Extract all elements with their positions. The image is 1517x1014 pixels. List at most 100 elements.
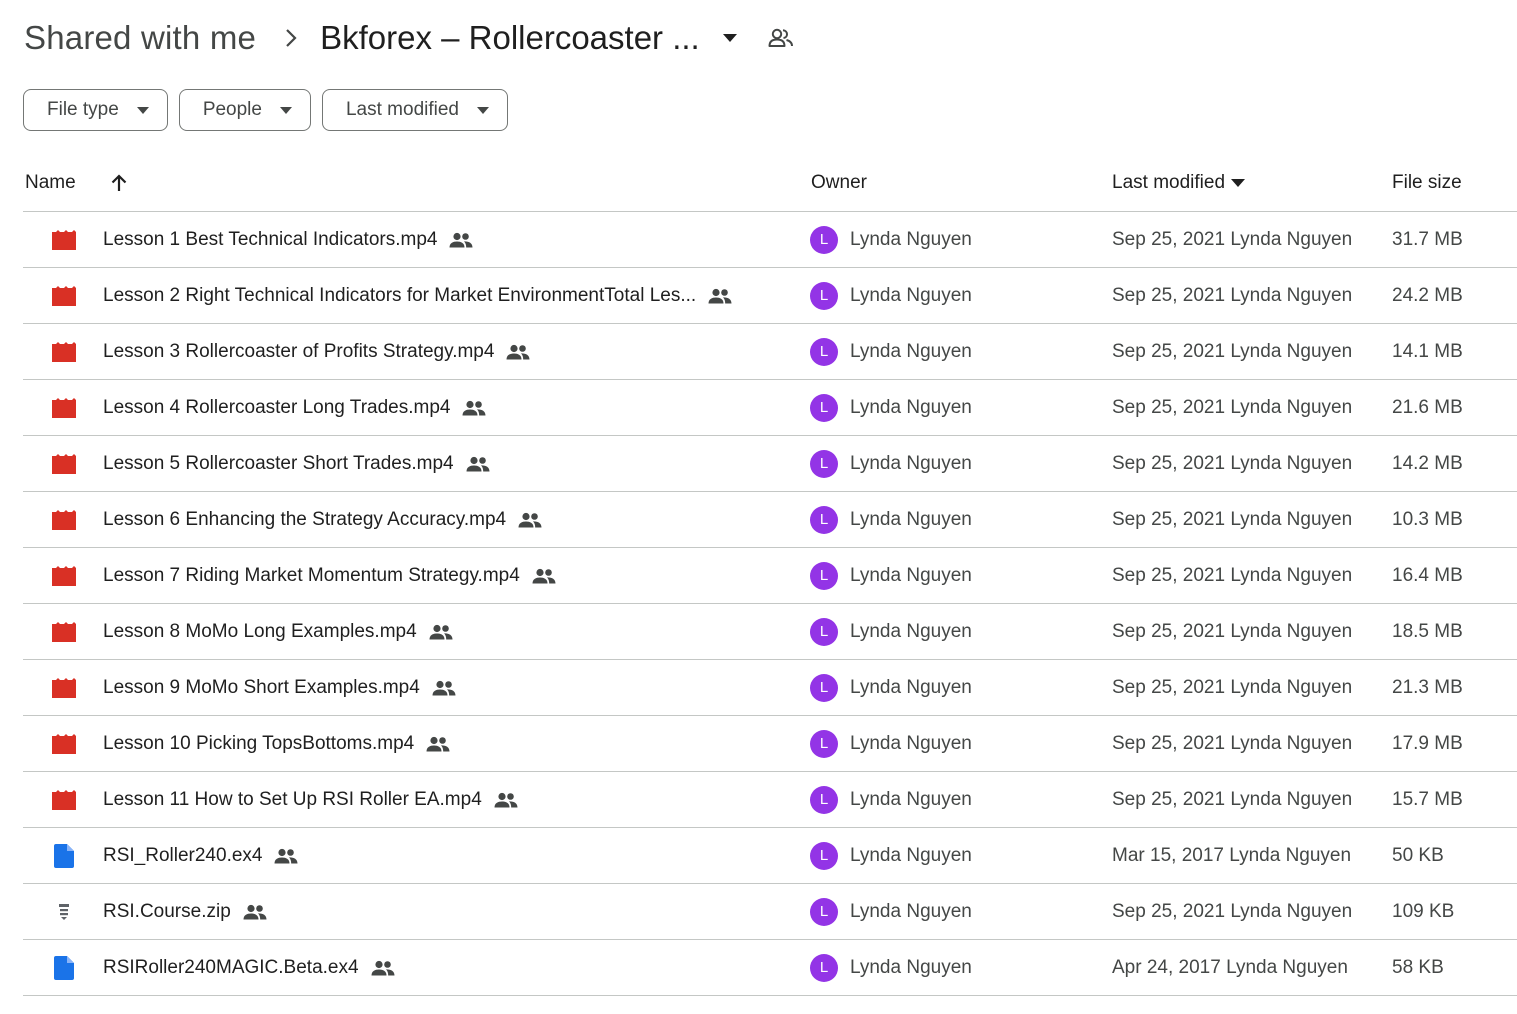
table-row[interactable]: Lesson 4 Rollercoaster Long Trades.mp4 L… bbox=[23, 380, 1517, 436]
avatar: L bbox=[810, 617, 838, 646]
last-modified: Sep 25, 2021 Lynda Nguyen bbox=[1112, 620, 1353, 642]
column-header-last-modified[interactable]: Last modified bbox=[1112, 155, 1246, 211]
video-file-icon bbox=[51, 212, 77, 267]
breadcrumb-current-folder[interactable]: Bkforex – Rollercoaster ... bbox=[320, 19, 700, 57]
file-name-cell: Lesson 11 How to Set Up RSI Roller EA.mp… bbox=[103, 772, 518, 827]
owner-cell: L Lynda Nguyen bbox=[810, 828, 972, 883]
document-file-icon bbox=[51, 940, 77, 995]
owner-cell: L Lynda Nguyen bbox=[810, 436, 972, 491]
owner-name: Lynda Nguyen bbox=[850, 676, 972, 698]
file-name-cell: RSI_Roller240.ex4 bbox=[103, 828, 298, 883]
last-modified: Sep 25, 2021 Lynda Nguyen bbox=[1112, 676, 1353, 698]
owner-name: Lynda Nguyen bbox=[850, 900, 972, 922]
owner-cell: L Lynda Nguyen bbox=[810, 268, 972, 323]
last-modified: Sep 25, 2021 Lynda Nguyen bbox=[1112, 508, 1353, 530]
avatar: L bbox=[810, 393, 838, 422]
video-file-icon bbox=[51, 716, 77, 771]
zip-file-icon bbox=[51, 884, 77, 939]
video-file-icon bbox=[51, 548, 77, 603]
file-size: 21.3 MB bbox=[1392, 676, 1463, 698]
video-file-icon bbox=[51, 604, 77, 659]
arrow-drop-down-icon bbox=[1231, 179, 1246, 187]
owner-name: Lynda Nguyen bbox=[850, 452, 972, 474]
shared-people-icon bbox=[243, 904, 267, 920]
owner-name: Lynda Nguyen bbox=[850, 732, 972, 754]
owner-name: Lynda Nguyen bbox=[850, 340, 972, 362]
owner-cell: L Lynda Nguyen bbox=[810, 660, 972, 715]
video-file-icon bbox=[51, 436, 77, 491]
table-row[interactable]: Lesson 10 Picking TopsBottoms.mp4 L Lynd… bbox=[23, 716, 1517, 772]
table-row[interactable]: RSI.Course.zip L Lynda Nguyen Sep 25, 20… bbox=[23, 884, 1517, 940]
owner-name: Lynda Nguyen bbox=[850, 788, 972, 810]
file-size: 17.9 MB bbox=[1392, 732, 1463, 754]
table-row[interactable]: Lesson 3 Rollercoaster of Profits Strate… bbox=[23, 324, 1517, 380]
file-name: Lesson 8 MoMo Long Examples.mp4 bbox=[103, 620, 417, 642]
last-modified: Apr 24, 2017 Lynda Nguyen bbox=[1112, 956, 1348, 978]
document-file-icon bbox=[51, 828, 77, 883]
file-name-cell: Lesson 6 Enhancing the Strategy Accuracy… bbox=[103, 492, 542, 547]
table-row[interactable]: Lesson 2 Right Technical Indicators for … bbox=[23, 268, 1517, 324]
avatar: L bbox=[810, 953, 838, 982]
table-row[interactable]: Lesson 1 Best Technical Indicators.mp4 L… bbox=[23, 212, 1517, 268]
file-name-cell: RSIRoller240MAGIC.Beta.ex4 bbox=[103, 940, 395, 995]
file-name: Lesson 11 How to Set Up RSI Roller EA.mp… bbox=[103, 788, 482, 810]
video-file-icon bbox=[51, 660, 77, 715]
table-row[interactable]: Lesson 6 Enhancing the Strategy Accuracy… bbox=[23, 492, 1517, 548]
file-name: Lesson 1 Best Technical Indicators.mp4 bbox=[103, 228, 438, 250]
filter-last-modified[interactable]: Last modified bbox=[321, 89, 508, 131]
file-list: Name Owner Last modified File size Lesso… bbox=[23, 155, 1517, 996]
filter-label: People bbox=[202, 99, 262, 120]
avatar: L bbox=[810, 897, 838, 926]
last-modified: Sep 25, 2021 Lynda Nguyen bbox=[1112, 732, 1353, 754]
people-outline-icon[interactable] bbox=[768, 27, 794, 49]
shared-people-icon bbox=[532, 568, 556, 584]
owner-name: Lynda Nguyen bbox=[850, 508, 972, 530]
shared-people-icon bbox=[708, 288, 732, 304]
table-row[interactable]: RSI_Roller240.ex4 L Lynda Nguyen Mar 15,… bbox=[23, 828, 1517, 884]
file-name: RSIRoller240MAGIC.Beta.ex4 bbox=[103, 956, 359, 978]
arrow-drop-down-icon bbox=[477, 106, 489, 114]
table-row[interactable]: RSIRoller240MAGIC.Beta.ex4 L Lynda Nguye… bbox=[23, 940, 1517, 996]
shared-people-icon bbox=[429, 624, 453, 640]
owner-cell: L Lynda Nguyen bbox=[810, 884, 972, 939]
file-name: RSI_Roller240.ex4 bbox=[103, 844, 263, 866]
file-name-cell: RSI.Course.zip bbox=[103, 884, 267, 939]
column-header-label: Last modified bbox=[1112, 172, 1226, 193]
file-name: RSI.Course.zip bbox=[103, 900, 231, 922]
shared-people-icon bbox=[449, 232, 473, 248]
avatar: L bbox=[810, 449, 838, 478]
file-name-cell: Lesson 9 MoMo Short Examples.mp4 bbox=[103, 660, 456, 715]
avatar: L bbox=[810, 225, 838, 254]
column-header-name[interactable]: Name bbox=[25, 155, 76, 211]
video-file-icon bbox=[51, 772, 77, 827]
file-name: Lesson 2 Right Technical Indicators for … bbox=[103, 284, 697, 306]
filter-file-type[interactable]: File type bbox=[23, 89, 168, 131]
file-size: 15.7 MB bbox=[1392, 788, 1463, 810]
table-row[interactable]: Lesson 11 How to Set Up RSI Roller EA.mp… bbox=[23, 772, 1517, 828]
avatar: L bbox=[810, 505, 838, 534]
arrow-upward-icon[interactable] bbox=[109, 155, 129, 211]
breadcrumb-root-shared-with-me[interactable]: Shared with me bbox=[24, 19, 256, 57]
owner-name: Lynda Nguyen bbox=[850, 396, 972, 418]
filter-bar: File type People Last modified bbox=[23, 89, 508, 131]
table-row[interactable]: Lesson 5 Rollercoaster Short Trades.mp4 … bbox=[23, 436, 1517, 492]
file-size: 14.2 MB bbox=[1392, 452, 1463, 474]
table-row[interactable]: Lesson 8 MoMo Long Examples.mp4 L Lynda … bbox=[23, 604, 1517, 660]
shared-people-icon bbox=[371, 960, 395, 976]
owner-cell: L Lynda Nguyen bbox=[810, 492, 972, 547]
avatar: L bbox=[810, 785, 838, 814]
breadcrumb: Shared with me Bkforex – Rollercoaster .… bbox=[24, 14, 794, 62]
file-name-cell: Lesson 8 MoMo Long Examples.mp4 bbox=[103, 604, 453, 659]
owner-name: Lynda Nguyen bbox=[850, 228, 972, 250]
avatar: L bbox=[810, 561, 838, 590]
filter-people[interactable]: People bbox=[178, 89, 311, 131]
owner-name: Lynda Nguyen bbox=[850, 620, 972, 642]
table-body: Lesson 1 Best Technical Indicators.mp4 L… bbox=[23, 212, 1517, 996]
arrow-drop-down-icon[interactable] bbox=[722, 33, 738, 43]
table-row[interactable]: Lesson 9 MoMo Short Examples.mp4 L Lynda… bbox=[23, 660, 1517, 716]
avatar: L bbox=[810, 841, 838, 870]
file-name-cell: Lesson 4 Rollercoaster Long Trades.mp4 bbox=[103, 380, 486, 435]
shared-people-icon bbox=[462, 400, 486, 416]
shared-people-icon bbox=[494, 792, 518, 808]
table-row[interactable]: Lesson 7 Riding Market Momentum Strategy… bbox=[23, 548, 1517, 604]
